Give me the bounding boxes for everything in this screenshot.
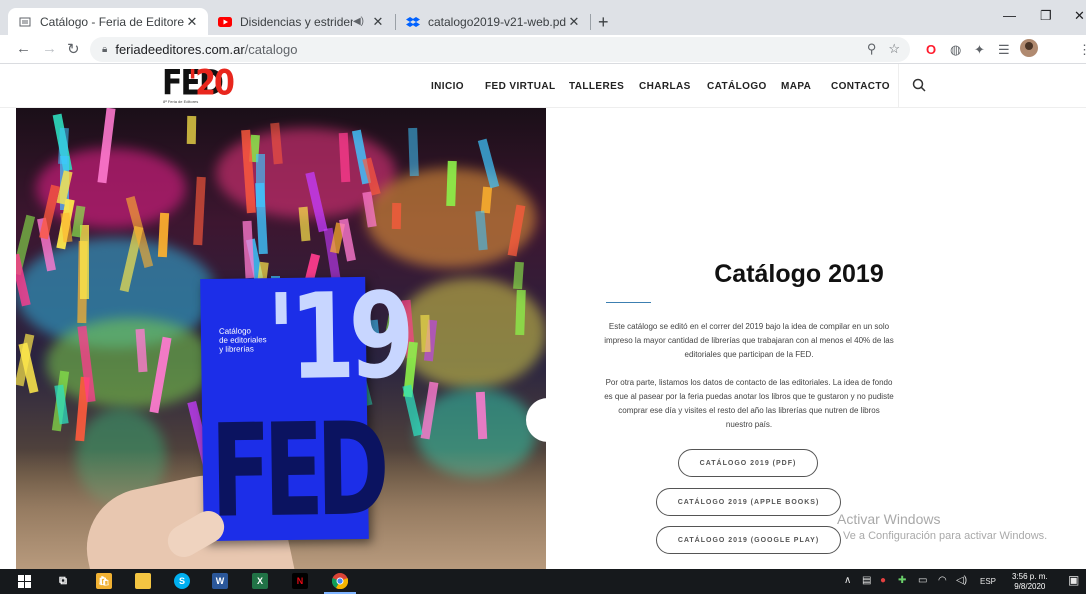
activate-windows-subtitle: Ve a Configuración para activar Windows. — [843, 530, 1048, 542]
avatar[interactable] — [1020, 39, 1038, 60]
streamer — [80, 225, 89, 299]
fed-logo[interactable]: FED '20 8ª Feria de Editores — [160, 63, 235, 104]
url-text: feriadeeditores.com.ar/catalogo — [115, 42, 298, 57]
page-icon — [18, 15, 32, 29]
nav-catalogo[interactable]: CATÁLOGO — [707, 81, 767, 92]
browser-tab-strip: Catálogo - Feria de Editores ✕ Disidenci… — [0, 0, 1086, 35]
streamer — [446, 160, 457, 207]
file-explorer-icon[interactable] — [135, 573, 151, 589]
streamer — [515, 289, 526, 336]
catalog-pdf-button[interactable]: CATÁLOGO 2019 (PDF) — [678, 449, 818, 477]
battery-icon[interactable]: ▭ — [918, 575, 927, 586]
word-icon[interactable]: W — [212, 573, 228, 589]
close-tab-icon[interactable]: ✕ — [184, 14, 200, 30]
language-indicator[interactable]: ESP — [980, 577, 996, 586]
catalog-google-play-button[interactable]: CATÁLOGO 2019 (GOOGLE PLAY) — [656, 526, 841, 554]
windows-taskbar: ⧉ 🛍︎ S W X N ∧ ▤ ● ✚ ▭ ◠ ◁) ESP 3:56 p. … — [0, 569, 1086, 594]
page-title: Catálogo 2019 — [714, 260, 884, 288]
wifi-icon[interactable]: ◠ — [938, 575, 947, 586]
volume-icon[interactable]: ◁) — [956, 575, 967, 586]
nav-fed-virtual[interactable]: FED VIRTUAL — [485, 81, 556, 92]
streamer — [242, 220, 255, 279]
nav-mapa[interactable]: MAPA — [781, 81, 811, 92]
youtube-icon — [218, 15, 232, 29]
book-brand: FED — [209, 394, 384, 547]
nav-talleres[interactable]: TALLERES — [569, 81, 624, 92]
chrome-icon[interactable] — [332, 573, 348, 589]
site-header: FED '20 8ª Feria de Editores INICIO FED … — [0, 63, 1086, 108]
forward-icon[interactable]: → — [42, 40, 57, 57]
store-icon[interactable]: 🛍︎ — [96, 573, 112, 589]
extension-icon[interactable]: ◍ — [950, 42, 961, 58]
light-glow — [46, 318, 216, 408]
title-underline — [606, 302, 651, 303]
book-cover-text: Catálogo de editoriales y librerías — [218, 326, 267, 354]
menu-icon[interactable]: ⋮ — [1078, 42, 1086, 58]
tab-pdf[interactable]: catalogo2019-v21-web.pdf ✕ — [396, 8, 590, 35]
streamer — [193, 176, 206, 246]
nav-contacto[interactable]: CONTACTO — [831, 81, 890, 92]
tab-title: Catálogo - Feria de Editores — [40, 14, 184, 29]
tab-disidencias[interactable]: Disidencias y estridencias. La ◀) ✕ — [208, 8, 394, 35]
show-hidden-icons[interactable]: ∧ — [844, 575, 851, 586]
tab-title: Disidencias y estridencias. La — [240, 14, 353, 29]
browser-toolbar: ← → ↻ 🔒︎ feriadeeditores.com.ar/catalogo… — [0, 35, 1086, 64]
address-bar[interactable]: 🔒︎ feriadeeditores.com.ar/catalogo ⚲ ☆ — [90, 37, 910, 62]
catalog-content: Catálogo 2019 Este catálogo se editó en … — [546, 108, 1086, 569]
minimize-button[interactable]: — — [1003, 8, 1016, 23]
dropbox-icon — [406, 15, 420, 29]
intro-paragraph: Este catálogo se editó en el correr del … — [604, 322, 894, 359]
media-queue-icon[interactable]: ☰ — [998, 42, 1010, 58]
notification-icon[interactable]: ▣ — [1068, 573, 1079, 587]
contact-paragraph: Por otra parte, listamos los datos de co… — [604, 378, 894, 429]
tab-catalogo[interactable]: Catálogo - Feria de Editores ✕ — [8, 8, 208, 35]
streamer — [186, 115, 197, 145]
photo-notch — [526, 398, 566, 442]
back-icon[interactable]: ← — [16, 40, 31, 57]
bookmark-star-icon[interactable]: ☆ — [888, 41, 900, 57]
new-tab-button[interactable]: + — [598, 12, 609, 33]
tab-separator — [590, 14, 591, 30]
catalog-apple-books-button[interactable]: CATÁLOGO 2019 (APPLE BOOKS) — [656, 488, 841, 516]
reload-icon[interactable]: ↻ — [67, 40, 80, 58]
streamer — [391, 202, 402, 230]
opera-icon[interactable]: O — [926, 42, 936, 57]
streamer — [420, 314, 431, 353]
system-clock[interactable]: 3:56 p. m. 9/8/2020 — [1012, 572, 1048, 592]
skype-icon[interactable]: S — [174, 573, 190, 589]
excel-icon[interactable]: X — [252, 573, 268, 589]
windows-start-icon[interactable] — [16, 573, 32, 589]
close-window-button[interactable]: ✕ — [1074, 8, 1085, 24]
task-view-icon[interactable]: ⧉ — [55, 573, 71, 589]
book-number: '19 — [266, 266, 410, 407]
lock-icon[interactable]: 🔒︎ — [102, 44, 107, 55]
nav-inicio[interactable]: INICIO — [431, 81, 464, 92]
puzzle-icon[interactable]: ✦ — [974, 42, 985, 58]
nav-charlas[interactable]: CHARLAS — [639, 81, 691, 92]
hero-photo: Catálogo de editoriales y librerías '19 … — [16, 108, 546, 569]
streamer — [408, 127, 419, 177]
opera-tray-icon[interactable]: ● — [880, 575, 886, 586]
close-tab-icon[interactable]: ✕ — [370, 14, 386, 30]
notes-icon[interactable]: ▤ — [862, 575, 871, 586]
close-tab-icon[interactable]: ✕ — [566, 14, 582, 30]
restore-button[interactable]: ❐ — [1040, 8, 1052, 24]
zoom-icon[interactable]: ⚲ — [867, 41, 877, 57]
tab-title: catalogo2019-v21-web.pdf — [428, 14, 566, 29]
nav-divider — [898, 64, 899, 108]
netflix-icon[interactable]: N — [292, 573, 308, 589]
search-icon[interactable] — [912, 78, 926, 95]
streamer — [513, 261, 524, 290]
audio-icon[interactable]: ◀) — [353, 16, 364, 27]
catalog-book-cover: Catálogo de editoriales y librerías '19 … — [200, 266, 409, 546]
activate-windows-title: Activar Windows — [837, 511, 941, 527]
security-tray-icon[interactable]: ✚ — [898, 575, 906, 586]
